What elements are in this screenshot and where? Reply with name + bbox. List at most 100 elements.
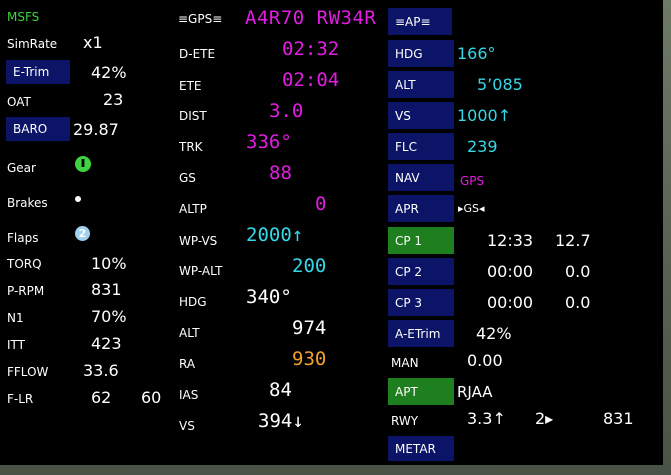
apt-value: RJAA (457, 383, 493, 401)
man-label: MAN (391, 356, 419, 370)
flr-left-value: 62 (91, 388, 112, 407)
gps-hdg-label: HDG (179, 295, 207, 309)
gps-dist-value: 3.0 (269, 100, 304, 122)
gps-gs-value: 88 (269, 162, 292, 184)
ap-hdg-value: 166° (457, 44, 496, 63)
ap-alt-label: ALT (395, 77, 416, 92)
gps-dete-value: 02:32 (282, 38, 340, 60)
etrim-label: E-Trim (13, 65, 50, 79)
gps-dist-label: DIST (179, 109, 207, 123)
rwy-value-3: 831 (603, 409, 634, 428)
flr-label: F-LR (7, 392, 34, 406)
prpm-label: P-RPM (7, 284, 45, 298)
brakes-dot-icon (75, 196, 81, 202)
ap-apr-value: ▸GS◂ (458, 202, 485, 215)
gps-ra-value: 930 (292, 348, 327, 370)
simrate-label: SimRate (7, 37, 58, 51)
gps-alt-value: 974 (292, 317, 327, 339)
ap-header-label: ≡AP≡ (395, 14, 431, 29)
ap-nav-button[interactable]: NAV (388, 164, 454, 191)
cp1-label: CP 1 (395, 233, 423, 248)
ap-vs-value: 1000↑ (457, 106, 512, 125)
gps-route: A4R70 RW34R (245, 7, 377, 29)
rwy-value-2: 2▸ (535, 409, 554, 428)
gps-hdg-value: 340° (246, 286, 292, 308)
gps-altp-label: ALTP (179, 202, 207, 216)
flaps-position-value: 2 (78, 227, 87, 240)
n1-value: 70% (91, 307, 127, 326)
aetrim-value: 42% (476, 324, 512, 343)
rwy-label: RWY (391, 414, 419, 428)
cp2-dist: 0.0 (565, 262, 591, 281)
ap-flc-button[interactable]: FLC (388, 133, 454, 160)
fflow-value: 33.6 (83, 361, 119, 380)
cp1-time: 12:33 (487, 231, 534, 250)
baro-value: 29.87 (73, 120, 119, 139)
itt-value: 423 (91, 334, 122, 353)
aetrim-label: A-ETrim (395, 326, 441, 341)
ap-flc-label: FLC (395, 139, 417, 154)
apt-label: APT (395, 384, 418, 399)
gps-alt-label: ALT (179, 326, 200, 340)
cp3-label: CP 3 (395, 295, 423, 310)
gps-ias-label: IAS (179, 388, 199, 402)
cp2-button[interactable]: CP 2 (388, 258, 454, 285)
oat-label: OAT (7, 95, 31, 109)
ap-apr-label: APR (395, 201, 419, 216)
instrument-panel: MSFS SimRate x1 E-Trim 42% OAT 23 BARO 2… (0, 0, 663, 465)
gps-vs-value: 394↓ (258, 410, 304, 432)
gear-down-icon (75, 156, 91, 172)
ap-vs-button[interactable]: VS (388, 102, 454, 129)
gps-wpvs-value: 2000↑ (246, 224, 304, 246)
flr-right-value: 60 (141, 388, 162, 407)
msfs-title: MSFS (7, 10, 40, 24)
torq-value: 10% (91, 254, 127, 273)
gps-wpalt-label: WP-ALT (179, 264, 223, 278)
etrim-value: 42% (91, 63, 127, 82)
ap-flc-value: 239 (467, 137, 498, 156)
gps-ete-label: ETE (179, 79, 202, 93)
gps-wpvs-label: WP-VS (179, 234, 218, 248)
prpm-value: 831 (91, 280, 122, 299)
gps-vs-label: VS (179, 419, 195, 433)
man-value: 0.00 (467, 351, 503, 370)
flaps-label: Flaps (7, 231, 39, 245)
gps-ra-label: RA (179, 357, 196, 371)
ap-alt-button[interactable]: ALT (388, 71, 454, 98)
gps-header: ≡GPS≡ (178, 12, 223, 26)
cp2-label: CP 2 (395, 264, 423, 279)
ap-header-button[interactable]: ≡AP≡ (388, 8, 452, 35)
cp1-button[interactable]: CP 1 (388, 227, 454, 254)
cp3-button[interactable]: CP 3 (388, 289, 454, 316)
torq-label: TORQ (7, 257, 42, 271)
ap-nav-label: NAV (395, 170, 420, 185)
baro-label: BARO (13, 122, 48, 136)
gps-trk-value: 336° (246, 131, 292, 153)
metar-button[interactable]: METAR (388, 436, 454, 461)
brakes-label: Brakes (7, 196, 48, 210)
fflow-label: FFLOW (7, 365, 49, 379)
itt-label: ITT (7, 338, 25, 352)
gps-dete-label: D-ETE (179, 47, 216, 61)
gear-label: Gear (7, 161, 36, 175)
simrate-value: x1 (83, 33, 103, 52)
ap-apr-button[interactable]: APR (388, 195, 454, 222)
ap-alt-value: 5’085 (477, 75, 523, 94)
aetrim-button[interactable]: A-ETrim (388, 320, 454, 347)
ap-hdg-label: HDG (395, 46, 423, 61)
metar-label: METAR (395, 441, 436, 456)
ap-hdg-button[interactable]: HDG (388, 40, 454, 67)
flaps-position-icon: 2 (75, 226, 90, 241)
cp1-dist: 12.7 (555, 231, 591, 250)
etrim-button[interactable]: E-Trim (6, 60, 70, 84)
gps-altp-value: 0 (315, 193, 327, 215)
cp3-dist: 0.0 (565, 293, 591, 312)
gps-ete-value: 02:04 (282, 69, 340, 91)
gps-wpalt-value: 200 (292, 255, 327, 277)
n1-label: N1 (7, 311, 24, 325)
baro-button[interactable]: BARO (6, 117, 70, 141)
gps-trk-label: TRK (179, 140, 203, 154)
ap-vs-label: VS (395, 108, 411, 123)
gps-ias-value: 84 (269, 379, 292, 401)
apt-button[interactable]: APT (388, 378, 454, 405)
